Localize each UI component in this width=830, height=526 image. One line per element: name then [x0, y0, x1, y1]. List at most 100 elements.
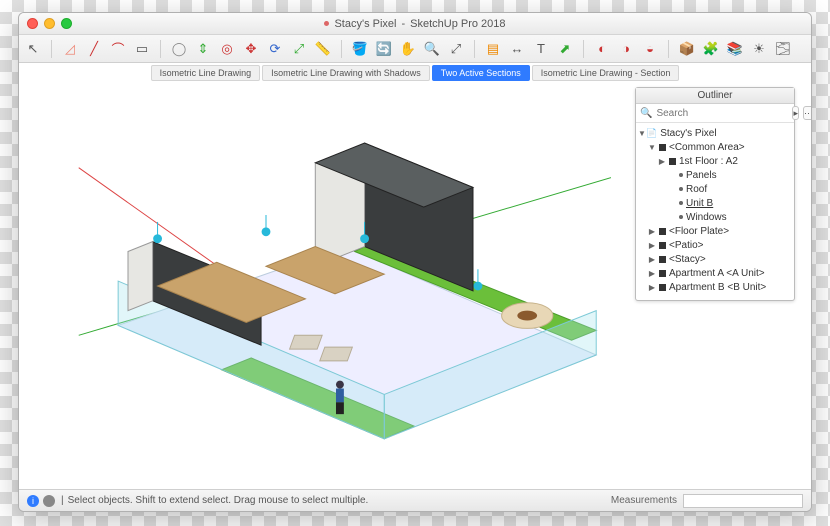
user-avatar-icon[interactable] — [43, 495, 55, 507]
tool-paint-icon[interactable]: 🪣 — [352, 41, 368, 57]
group-icon — [679, 201, 683, 205]
main-toolbar: ↖ ◿ ╱ ⌒ ▭ ◯ ⇕ ◎ ✥ ⟳ ⤢ 📏 🪣 🔄 ✋ 🔍 ⤢ ▤ ↔ T … — [19, 35, 811, 63]
scene-tabs: Isometric Line Drawing Isometric Line Dr… — [19, 63, 811, 83]
tool-tape-icon[interactable]: 📏 — [315, 41, 331, 57]
disclosure-triangle-icon[interactable]: ▼ — [638, 129, 646, 138]
tool-fog-icon[interactable]: 🌫 — [775, 41, 791, 57]
outliner-search-input[interactable] — [656, 108, 788, 119]
tool-line-icon[interactable]: ╱ — [86, 41, 102, 57]
disclosure-triangle-icon[interactable]: ▶ — [648, 227, 656, 236]
tree-label: <Floor Plate> — [669, 226, 729, 237]
scene-tab[interactable]: Isometric Line Drawing - Section — [532, 65, 680, 81]
maximize-button[interactable] — [61, 18, 72, 29]
tool-section-icon[interactable]: ▤ — [485, 41, 501, 57]
measurements-input[interactable] — [683, 494, 803, 508]
tree-label: <Common Area> — [669, 142, 745, 153]
scene-tab-active[interactable]: Two Active Sections — [432, 65, 530, 81]
tree-node[interactable]: ▶ <Patio> — [638, 238, 792, 252]
tree-label: Roof — [686, 184, 707, 195]
window-title: Stacy's Pixel - SketchUp Pro 2018 — [324, 18, 505, 30]
group-icon — [679, 215, 683, 219]
tree-label: 1st Floor : A2 — [679, 156, 738, 167]
tool-offset-icon[interactable]: ◎ — [219, 41, 235, 57]
info-icon[interactable]: i — [27, 495, 39, 507]
outliner-search-row: 🔍 ▸ ⋯ — [636, 104, 794, 123]
status-bar: i | Select objects. Shift to extend sele… — [19, 489, 811, 511]
tree-node[interactable]: ▶ <Stacy> — [638, 252, 792, 266]
model-geometry — [59, 83, 611, 489]
tool-rectangle-icon[interactable]: ▭ — [134, 41, 150, 57]
3d-viewport[interactable]: Outliner 🔍 ▸ ⋯ ▼ 📄 Stacy's Pixel ▼ <Comm… — [19, 83, 811, 489]
tool-axes-icon[interactable]: ⬈ — [557, 41, 573, 57]
tool-layers-icon[interactable]: 📚 — [727, 41, 743, 57]
tree-node[interactable]: ▶ 1st Floor : A2 — [638, 154, 792, 168]
tree-label: Stacy's Pixel — [660, 128, 716, 139]
scene-tab[interactable]: Isometric Line Drawing — [151, 65, 261, 81]
tool-rotate-icon[interactable]: ⟳ — [267, 41, 283, 57]
tool-look-icon[interactable]: ◑ — [618, 41, 634, 57]
outliner-expand-all-button[interactable]: ▸ — [792, 106, 799, 120]
component-icon — [659, 144, 666, 151]
component-icon — [659, 228, 666, 235]
file-icon: 📄 — [646, 128, 657, 139]
tree-node[interactable]: ▶ Apartment B <B Unit> — [638, 280, 792, 294]
app-name: SketchUp Pro 2018 — [410, 18, 505, 30]
tool-scale-icon[interactable]: ⤢ — [291, 41, 307, 57]
tool-zoom-extents-icon[interactable]: ⤢ — [448, 41, 464, 57]
window-controls — [27, 18, 72, 29]
document-name: Stacy's Pixel — [334, 18, 396, 30]
tree-label: <Patio> — [669, 240, 703, 251]
tool-circle-icon[interactable]: ◯ — [171, 41, 187, 57]
search-icon: 🔍 — [640, 108, 652, 119]
toolbar-separator — [341, 40, 342, 58]
scene-tab[interactable]: Isometric Line Drawing with Shadows — [262, 65, 430, 81]
tool-arc-icon[interactable]: ⌒ — [110, 41, 126, 57]
tree-node-root[interactable]: ▼ 📄 Stacy's Pixel — [638, 126, 792, 140]
tree-node[interactable]: Windows — [638, 210, 792, 224]
disclosure-triangle-icon[interactable]: ▶ — [648, 255, 656, 264]
outliner-options-button[interactable]: ⋯ — [803, 106, 812, 120]
tool-shadows-icon[interactable]: ☀ — [751, 41, 767, 57]
tool-dimension-icon[interactable]: ↔ — [509, 41, 525, 57]
tool-select-icon[interactable]: ↖ — [25, 41, 41, 57]
measurements-label: Measurements — [611, 495, 677, 506]
disclosure-triangle-icon[interactable]: ▶ — [648, 269, 656, 278]
component-icon — [669, 158, 676, 165]
tool-position-icon[interactable]: ◒ — [642, 41, 658, 57]
tree-label: Windows — [686, 212, 727, 223]
title-separator: - — [401, 18, 405, 30]
tool-eraser-icon[interactable]: ◿ — [62, 41, 78, 57]
tool-pan-icon[interactable]: ✋ — [400, 41, 416, 57]
minimize-button[interactable] — [44, 18, 55, 29]
status-separator: | — [61, 495, 64, 506]
tool-orbit-icon[interactable]: 🔄 — [376, 41, 392, 57]
tree-node[interactable]: ▶ Apartment A <A Unit> — [638, 266, 792, 280]
tool-zoom-icon[interactable]: 🔍 — [424, 41, 440, 57]
tree-node[interactable]: ▼ <Common Area> — [638, 140, 792, 154]
tree-label: Unit B — [686, 198, 713, 209]
disclosure-triangle-icon[interactable]: ▶ — [658, 157, 666, 166]
component-icon — [659, 242, 666, 249]
status-hint: Select objects. Shift to extend select. … — [68, 495, 611, 506]
tool-move-icon[interactable]: ✥ — [243, 41, 259, 57]
tree-node[interactable]: ▶ <Floor Plate> — [638, 224, 792, 238]
toolbar-separator — [160, 40, 161, 58]
tool-pushpull-icon[interactable]: ⇕ — [195, 41, 211, 57]
tree-node[interactable]: Roof — [638, 182, 792, 196]
titlebar[interactable]: Stacy's Pixel - SketchUp Pro 2018 — [19, 13, 811, 35]
app-window: Stacy's Pixel - SketchUp Pro 2018 ↖ ◿ ╱ … — [18, 12, 812, 512]
tool-warehouse-icon[interactable]: 📦 — [679, 41, 695, 57]
tool-walk-icon[interactable]: ◐ — [594, 41, 610, 57]
disclosure-triangle-icon[interactable]: ▶ — [648, 241, 656, 250]
tree-label: Panels — [686, 170, 717, 181]
close-button[interactable] — [27, 18, 38, 29]
disclosure-triangle-icon[interactable]: ▶ — [648, 283, 656, 292]
toolbar-separator — [51, 40, 52, 58]
tool-text-icon[interactable]: T — [533, 41, 549, 57]
tree-node[interactable]: Unit B — [638, 196, 792, 210]
tree-node[interactable]: Panels — [638, 168, 792, 182]
outliner-title[interactable]: Outliner — [636, 88, 794, 104]
outliner-panel[interactable]: Outliner 🔍 ▸ ⋯ ▼ 📄 Stacy's Pixel ▼ <Comm… — [635, 87, 795, 301]
tool-extension-icon[interactable]: 🧩 — [703, 41, 719, 57]
disclosure-triangle-icon[interactable]: ▼ — [648, 143, 656, 152]
